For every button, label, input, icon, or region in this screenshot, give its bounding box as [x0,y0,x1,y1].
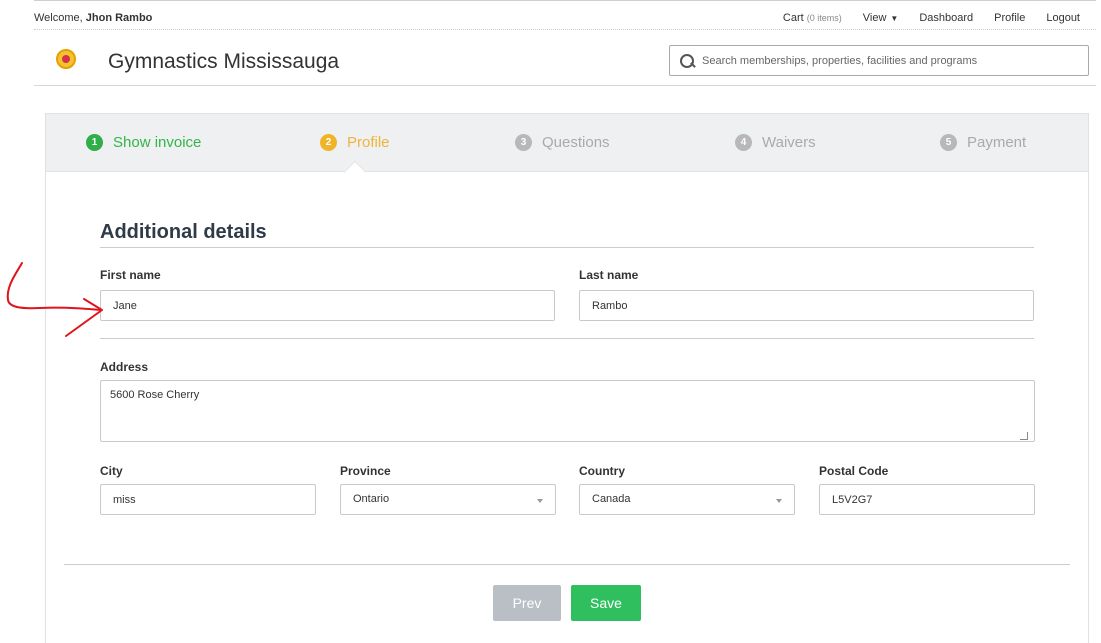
last-name-field[interactable] [579,290,1034,321]
chevron-down-icon [537,499,543,503]
step-number: 4 [735,134,752,151]
step-show-invoice[interactable]: 1 Show invoice [86,134,201,151]
search-icon [680,53,696,69]
resize-handle-icon[interactable] [1020,432,1028,440]
section-divider [100,247,1034,248]
caret-down-icon: ▼ [890,14,899,23]
view-label: View [862,12,887,24]
search-box[interactable] [669,45,1089,76]
hand-drawn-arrow [6,262,103,337]
city-field[interactable] [100,484,316,515]
country-label: Country [579,464,625,478]
step-number: 1 [86,134,103,151]
address-label: Address [100,360,149,374]
cart-label: Cart [782,12,804,24]
step-label: Show invoice [113,134,202,151]
checkout-card: 1 Show invoice 2 Profile 3 Questions 4 W… [45,113,1089,643]
province-label: Province [340,464,391,478]
footer-divider [64,564,1070,565]
row-divider [100,338,1034,339]
last-name-label: Last name [579,268,639,282]
chevron-down-icon [776,499,782,503]
step-questions[interactable]: 3 Questions [515,134,610,151]
cart-count: (0 items) [806,13,842,23]
step-payment[interactable]: 5 Payment [940,134,1026,151]
welcome-prefix: Welcome, [34,12,86,24]
step-waivers[interactable]: 4 Waivers [735,134,816,151]
section-title: Additional details [100,221,267,243]
save-button[interactable]: Save [571,585,641,621]
step-profile[interactable]: 2 Profile [320,134,390,151]
top-nav: Cart (0 items) View ▼ Dashboard Profile L… [783,12,1080,24]
address-field[interactable]: 5600 Rose Cherry [100,380,1035,442]
first-name-field[interactable] [100,290,555,321]
postal-code-field[interactable] [819,484,1035,515]
step-number: 3 [515,134,532,151]
logout-link[interactable]: Logout [1046,12,1080,24]
dashboard-link[interactable]: Dashboard [919,12,973,24]
postal-code-label: Postal Code [819,464,889,478]
step-label: Payment [967,134,1027,151]
country-value: Canada [592,493,631,505]
active-step-pointer [343,160,367,184]
step-label: Waivers [762,134,816,151]
province-value: Ontario [353,493,390,505]
view-dropdown[interactable]: View ▼ [863,12,899,24]
cart-link[interactable]: Cart (0 items) [783,12,842,24]
city-label: City [100,464,123,478]
top-bar: Welcome, Jhon Rambo Cart (0 items) View ▼… [34,0,1096,30]
step-number: 5 [940,134,957,151]
brand-name[interactable]: Gymnastics Mississauga [108,50,339,74]
gymnastics-logo[interactable] [56,49,76,69]
site-header: Gymnastics Mississauga [34,31,1096,86]
step-label: Questions [542,134,610,151]
user-name: Jhon Rambo [85,12,153,24]
country-select[interactable]: Canada [579,484,795,515]
search-input[interactable] [702,54,1082,67]
step-number: 2 [320,134,337,151]
profile-link[interactable]: Profile [994,12,1025,24]
checkout-steps: 1 Show invoice 2 Profile 3 Questions 4 W… [46,114,1088,184]
province-select[interactable]: Ontario [340,484,556,515]
welcome-text: Welcome, Jhon Rambo [34,12,152,24]
prev-button[interactable]: Prev [493,585,561,621]
step-label: Profile [347,134,390,151]
